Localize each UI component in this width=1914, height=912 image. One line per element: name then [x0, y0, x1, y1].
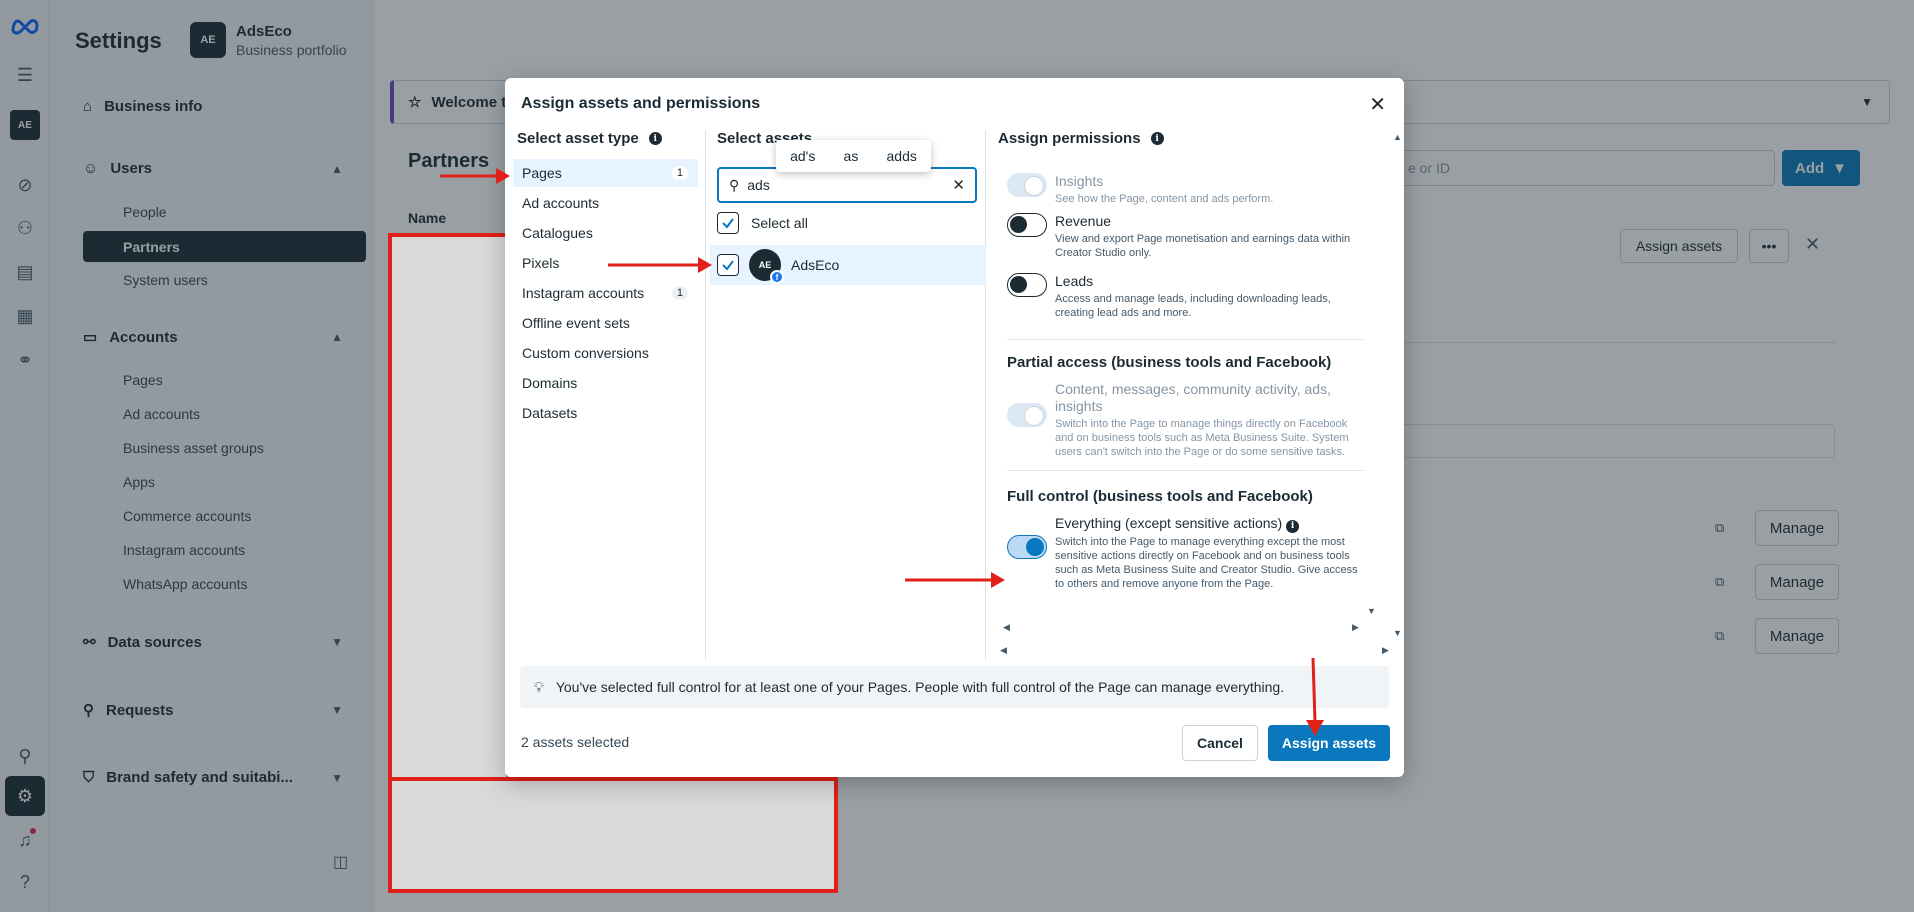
- annotation-arrow: [440, 168, 510, 184]
- redacted-area: [388, 777, 838, 893]
- select-all-row[interactable]: Select all: [717, 212, 808, 234]
- asset-type-datasets[interactable]: Datasets: [513, 399, 698, 427]
- asset-type-instagram-accounts[interactable]: Instagram accounts 1: [513, 279, 698, 307]
- scroll-down-icon[interactable]: ▼: [1393, 628, 1402, 638]
- asset-type-catalogues[interactable]: Catalogues: [513, 219, 698, 247]
- perm-insights: Insights See how the Page, content and ad…: [1007, 173, 1363, 206]
- inner-scroll-down-icon[interactable]: ▼: [1367, 606, 1376, 616]
- asset-search-box: ⚲ ✕: [717, 167, 977, 203]
- perm-title: Leads: [1055, 273, 1094, 289]
- section-divider: [1007, 470, 1363, 471]
- perm-revenue: Revenue View and export Page monetisation…: [1007, 213, 1363, 260]
- scroll-left-icon[interactable]: ◀: [1000, 645, 1007, 656]
- leads-toggle[interactable]: [1007, 273, 1047, 297]
- asset-checkbox[interactable]: [717, 254, 739, 276]
- asset-avatar-text: AE: [758, 260, 772, 270]
- perm-full-control: Everything (except sensitive actions) iS…: [1007, 515, 1363, 591]
- full-control-toggle[interactable]: [1007, 535, 1047, 559]
- asset-type-label: Custom conversions: [522, 345, 649, 361]
- asset-type-label: Ad accounts: [522, 195, 600, 211]
- asset-name: AdsEco: [791, 257, 840, 273]
- count-badge: 1: [671, 166, 688, 180]
- search-icon: ⚲: [729, 176, 740, 193]
- select-all-label: Select all: [751, 215, 808, 231]
- perm-partial-access: Content, messages, community activity, a…: [1007, 381, 1363, 459]
- selected-count: 2 assets selected: [521, 734, 630, 750]
- permissions-header: Assign permissions i: [998, 130, 1164, 147]
- asset-type-label: Instagram accounts: [522, 285, 645, 301]
- asset-type-label: Domains: [522, 375, 578, 391]
- redacted-area: [388, 233, 506, 781]
- perm-title: Everything (except sensitive actions): [1055, 515, 1283, 531]
- dialog-title: Assign assets and permissions: [521, 95, 761, 112]
- perm-desc: See how the Page, content and ads perfor…: [1055, 193, 1274, 205]
- scroll-up-icon[interactable]: ▲: [1393, 132, 1402, 142]
- asset-type-label: Datasets: [522, 405, 578, 421]
- asset-search-input[interactable]: [747, 177, 928, 193]
- insights-toggle[interactable]: [1007, 173, 1047, 197]
- checkmark-icon: [722, 218, 734, 229]
- header-label: Select asset type: [517, 130, 639, 147]
- annotation-arrow: [608, 257, 712, 273]
- facebook-icon: f: [770, 270, 784, 284]
- info-icon[interactable]: i: [648, 132, 662, 145]
- annotation-arrow: [905, 572, 1005, 588]
- info-icon[interactable]: i: [1150, 132, 1164, 145]
- column-divider: [705, 130, 706, 660]
- assign-assets-confirm-button[interactable]: Assign assets: [1268, 725, 1390, 761]
- asset-type-label: Catalogues: [522, 225, 593, 241]
- asset-avatar: AE f: [749, 249, 784, 284]
- asset-type-offline-event-sets[interactable]: Offline event sets: [513, 309, 698, 337]
- asset-row-adseco[interactable]: AE f AdsEco: [710, 245, 986, 285]
- perm-desc: Access and manage leads, including downl…: [1055, 293, 1331, 319]
- header-label: Assign permissions: [998, 130, 1141, 147]
- select-all-checkbox[interactable]: [717, 212, 739, 234]
- notice-text: You've selected full control for at leas…: [555, 679, 1285, 695]
- perm-title: Content, messages, community activity, a…: [1055, 381, 1331, 414]
- permissions-panel: Insights See how the Page, content and ad…: [997, 158, 1363, 628]
- section-divider: [1007, 339, 1363, 340]
- perm-title: Revenue: [1055, 213, 1112, 229]
- checkmark-icon: [722, 260, 734, 271]
- asset-type-label: Pixels: [522, 255, 560, 271]
- lightbulb-icon: 💡︎: [534, 678, 544, 695]
- assign-assets-dialog: Assign assets and permissions ✕ Select a…: [505, 78, 1404, 777]
- suggestion-item[interactable]: ad's: [790, 148, 815, 164]
- asset-type-custom-conversions[interactable]: Custom conversions: [513, 339, 698, 367]
- partial-access-heading: Partial access (business tools and Faceb…: [1007, 354, 1332, 371]
- annotation-arrow: [1306, 658, 1324, 736]
- cancel-button[interactable]: Cancel: [1182, 725, 1258, 761]
- asset-type-label: Offline event sets: [522, 315, 630, 331]
- perm-title: Insights: [1055, 173, 1104, 189]
- revenue-toggle[interactable]: [1007, 213, 1047, 237]
- perm-desc: Switch into the Page to manage everythin…: [1055, 536, 1358, 590]
- perm-desc: Switch into the Page to manage things di…: [1055, 418, 1349, 458]
- asset-type-pages[interactable]: Pages 1: [513, 159, 698, 187]
- suggestion-item[interactable]: adds: [887, 148, 917, 164]
- perm-leads: Leads Access and manage leads, including …: [1007, 273, 1363, 320]
- spelling-suggestions: ad's as adds: [776, 140, 931, 172]
- full-control-notice: 💡︎ You've selected full control for at l…: [520, 666, 1389, 708]
- asset-type-ad-accounts[interactable]: Ad accounts: [513, 189, 698, 217]
- asset-type-header: Select asset type i: [517, 130, 662, 147]
- perm-desc: View and export Page monetisation and ea…: [1055, 233, 1351, 259]
- partial-access-toggle[interactable]: [1007, 403, 1047, 427]
- close-icon[interactable]: ✕: [1369, 92, 1386, 117]
- info-icon[interactable]: i: [1286, 520, 1300, 533]
- suggestion-item[interactable]: as: [844, 148, 859, 164]
- count-badge: 1: [671, 286, 688, 300]
- asset-type-domains[interactable]: Domains: [513, 369, 698, 397]
- clear-search-icon[interactable]: ✕: [952, 176, 965, 194]
- asset-type-label: Pages: [522, 165, 562, 181]
- full-control-heading: Full control (business tools and Faceboo…: [1007, 488, 1313, 505]
- scroll-right-icon[interactable]: ▶: [1382, 645, 1389, 656]
